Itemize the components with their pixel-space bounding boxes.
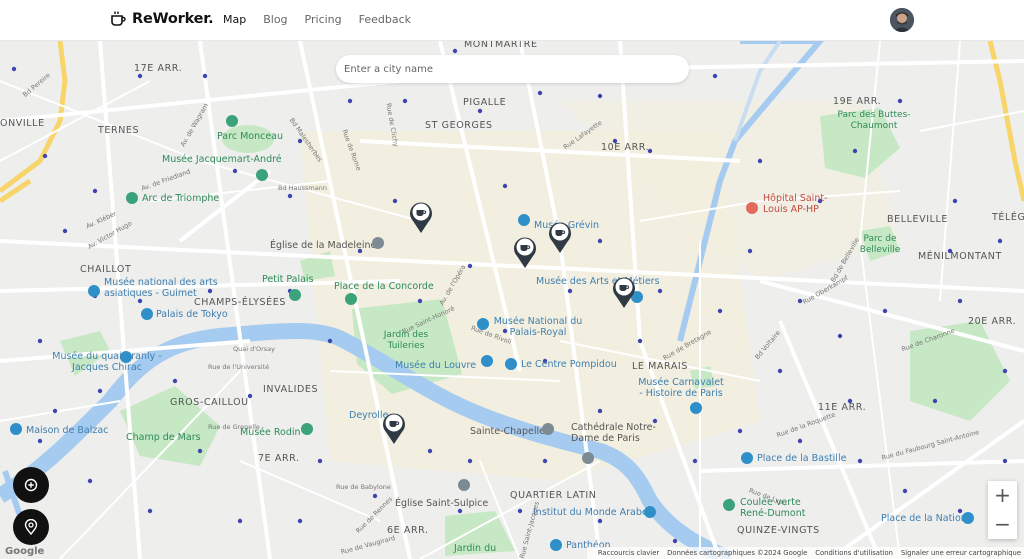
- nav-feedback[interactable]: Feedback: [359, 13, 411, 26]
- google-logo[interactable]: Google: [5, 546, 44, 557]
- church-icon: [458, 479, 470, 491]
- top-navigation-bar: ReWorker. Map Blog Pricing Feedback: [0, 0, 1024, 41]
- report-error-link[interactable]: Signaler une erreur cartographique: [901, 549, 1021, 557]
- add-location-button[interactable]: [13, 467, 49, 503]
- museum-icon: [289, 289, 301, 301]
- main-nav: Map Blog Pricing Feedback: [223, 13, 428, 26]
- coffee-cup-icon: [111, 11, 126, 26]
- map-data-text: Données cartographiques ©2024 Google: [667, 549, 808, 557]
- museum-icon: [120, 351, 132, 363]
- museum-icon: [481, 355, 493, 367]
- museum-icon: [301, 423, 313, 435]
- map-canvas[interactable]: MONTMARTRE 17E ARR. PIGALLE ST GEORGES 1…: [0, 41, 1024, 559]
- cafe-marker[interactable]: [611, 275, 637, 309]
- logo[interactable]: ReWorker.: [110, 10, 214, 27]
- cafe-marker[interactable]: [547, 220, 573, 254]
- avatar[interactable]: [890, 8, 914, 32]
- museum-icon: [141, 308, 153, 320]
- cafe-marker[interactable]: [512, 235, 538, 269]
- zoom-out-button[interactable]: −: [988, 510, 1017, 539]
- zoom-controls: + −: [988, 481, 1017, 539]
- church-icon: [372, 237, 384, 249]
- church-icon: [582, 452, 594, 464]
- museum-icon: [644, 506, 656, 518]
- monument-icon: [962, 512, 974, 524]
- church-icon: [542, 423, 554, 435]
- cafe-marker[interactable]: [408, 200, 434, 234]
- location-pin-icon: [24, 519, 38, 535]
- monument-icon: [126, 192, 138, 204]
- zoom-in-button[interactable]: +: [988, 481, 1017, 510]
- museum-icon: [505, 358, 517, 370]
- city-search-input[interactable]: [336, 55, 689, 83]
- nav-blog[interactable]: Blog: [263, 13, 287, 26]
- park-icon: [226, 115, 238, 127]
- museum-icon: [88, 285, 100, 297]
- logo-text: ReWorker.: [132, 10, 214, 27]
- terms-link[interactable]: Conditions d'utilisation: [815, 549, 893, 557]
- add-location-icon: [24, 478, 38, 492]
- my-location-button[interactable]: [13, 509, 49, 545]
- map-base-layer: [0, 41, 1024, 559]
- keyboard-shortcuts-link[interactable]: Raccourcis clavier: [598, 549, 659, 557]
- nav-pricing[interactable]: Pricing: [305, 13, 342, 26]
- nav-map[interactable]: Map: [223, 13, 246, 26]
- map-attribution: Raccourcis clavier Données cartographiqu…: [586, 547, 1024, 559]
- hospital-icon: [746, 202, 758, 214]
- user-avatar-icon: [890, 8, 914, 32]
- cafe-marker[interactable]: [381, 411, 407, 445]
- monument-icon: [741, 452, 753, 464]
- monument-icon: [550, 539, 562, 551]
- monument-icon: [345, 293, 357, 305]
- museum-icon: [518, 214, 530, 226]
- museum-icon: [690, 402, 702, 414]
- museum-icon: [477, 318, 489, 330]
- park-icon: [723, 499, 735, 511]
- museum-icon: [10, 423, 22, 435]
- museum-icon: [256, 169, 268, 181]
